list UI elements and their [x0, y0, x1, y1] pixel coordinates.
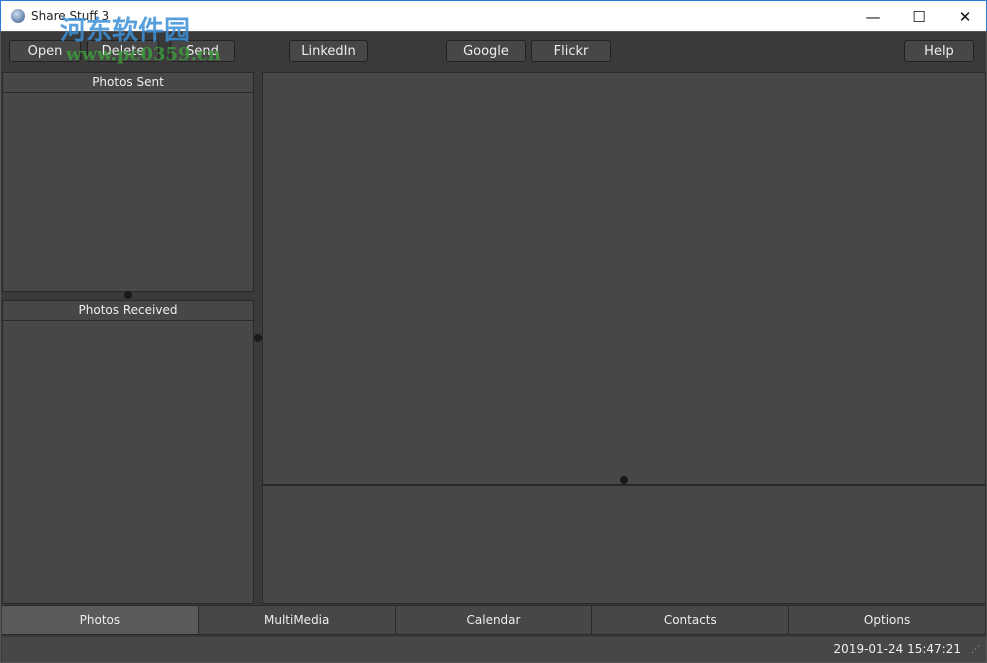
window-title: Share Stuff 3 [31, 9, 110, 23]
close-button[interactable]: ✕ [942, 1, 987, 32]
horizontal-splitter-handle[interactable] [124, 291, 132, 299]
minimize-button[interactable]: — [850, 1, 896, 32]
details-panel [262, 485, 986, 604]
linkedin-button[interactable]: LinkedIn [289, 40, 368, 62]
tab-contacts[interactable]: Contacts [592, 606, 790, 634]
help-button[interactable]: Help [904, 40, 974, 62]
flickr-button[interactable]: Flickr [531, 40, 611, 62]
tab-options[interactable]: Options [789, 606, 986, 634]
status-datetime: 2019-01-24 15:47:21 [833, 642, 961, 656]
preview-panel [262, 72, 986, 485]
photos-sent-header: Photos Sent [3, 73, 253, 93]
tab-photos[interactable]: Photos [2, 606, 199, 634]
app-icon [11, 9, 25, 23]
tab-multimedia[interactable]: MultiMedia [198, 606, 396, 634]
photos-received-panel[interactable]: Photos Received [2, 300, 254, 604]
delete-button[interactable]: Delete [87, 40, 159, 62]
app-body: Open Delete Send LinkedIn Google Flickr … [0, 31, 987, 663]
maximize-button[interactable]: ☐ [896, 1, 942, 32]
status-bar: 2019-01-24 15:47:21 ⋰ [2, 637, 986, 662]
vertical-splitter-handle[interactable] [254, 334, 262, 342]
title-bar: Share Stuff 3 — ☐ ✕ [0, 0, 987, 31]
photos-sent-panel[interactable]: Photos Sent [2, 72, 254, 292]
photos-received-header: Photos Received [3, 301, 253, 321]
send-button[interactable]: Send [170, 40, 235, 62]
tab-bar: Photos MultiMedia Calendar Contacts Opti… [2, 605, 986, 635]
preview-splitter-handle[interactable] [620, 476, 628, 484]
open-button[interactable]: Open [9, 40, 81, 62]
tab-calendar[interactable]: Calendar [395, 606, 593, 634]
resize-grip-icon[interactable]: ⋰ [971, 645, 980, 655]
google-button[interactable]: Google [446, 40, 526, 62]
